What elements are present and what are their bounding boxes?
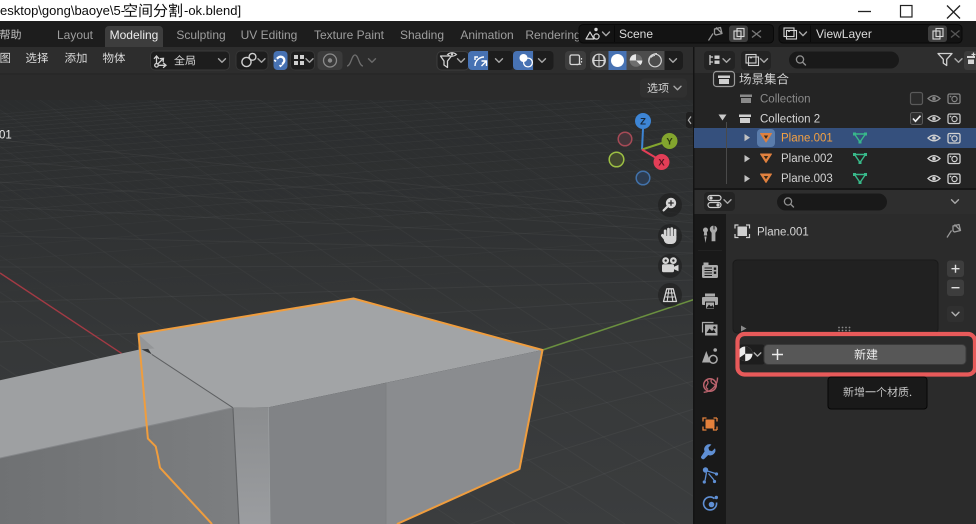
- svg-text:Plane.001: Plane.001: [781, 133, 833, 145]
- svg-text:Y: Y: [666, 137, 673, 148]
- svg-text:-ok.blend]: -ok.blend]: [184, 3, 241, 18]
- svg-text:Plane.001: Plane.001: [757, 227, 809, 239]
- svg-text:Collection: Collection: [760, 94, 811, 106]
- svg-text:Animation: Animation: [460, 28, 513, 42]
- svg-text:Z: Z: [640, 117, 646, 128]
- svg-text:Plane.003: Plane.003: [781, 173, 833, 185]
- svg-text:esktop\gong\baoye\5-: esktop\gong\baoye\5-: [0, 3, 125, 18]
- svg-text:ViewLayer: ViewLayer: [816, 27, 872, 41]
- svg-text:Collection 2: Collection 2: [760, 114, 820, 126]
- svg-text:Scene: Scene: [619, 27, 653, 41]
- svg-text:X: X: [658, 158, 665, 169]
- svg-text:Plane.002: Plane.002: [781, 153, 833, 165]
- svg-text:UV Editing: UV Editing: [241, 28, 298, 42]
- svg-text:Sculpting: Sculpting: [176, 28, 225, 42]
- svg-text:Rendering: Rendering: [525, 28, 580, 42]
- svg-text:01: 01: [0, 130, 12, 142]
- svg-text:Layout: Layout: [57, 28, 94, 42]
- svg-text:Texture Paint: Texture Paint: [314, 28, 385, 42]
- svg-text:Modeling: Modeling: [110, 28, 159, 42]
- svg-text:Shading: Shading: [400, 28, 444, 42]
